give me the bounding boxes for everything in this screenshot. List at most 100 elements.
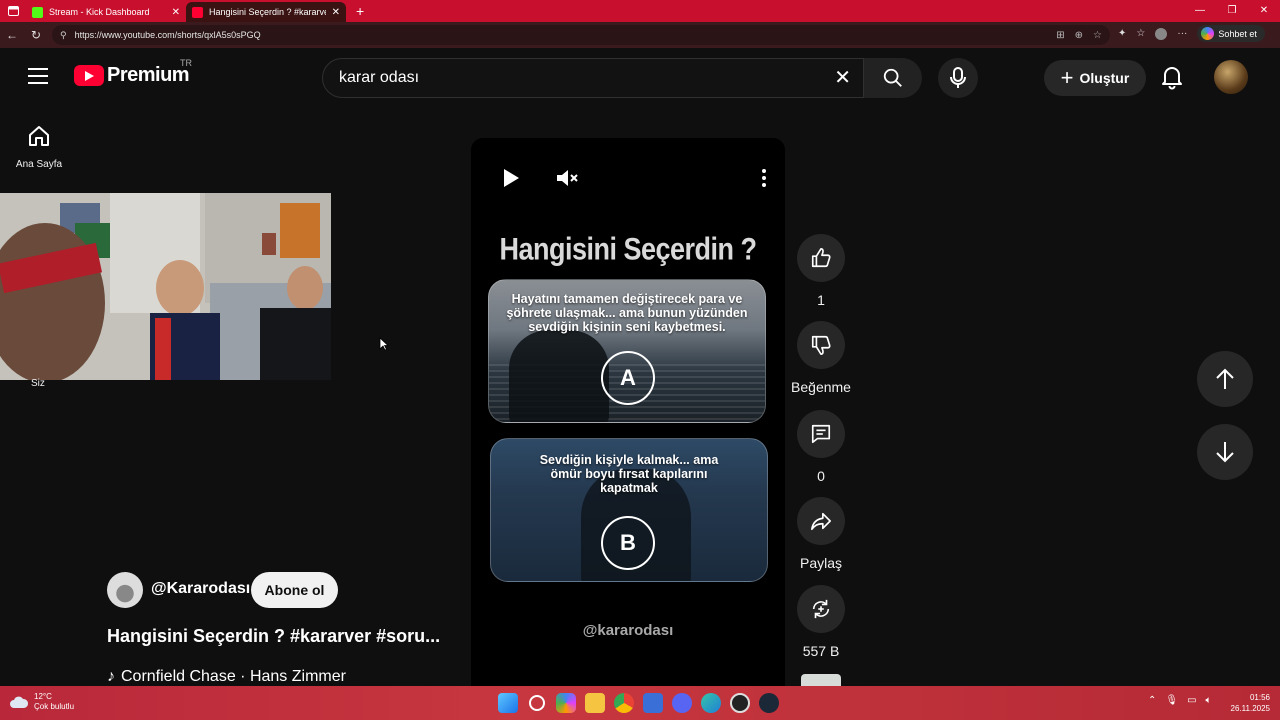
tab-actions-icon[interactable] [0,0,26,22]
short-watermark: @kararodası [582,622,674,639]
copilot-app-icon[interactable] [556,693,576,713]
next-short-button[interactable] [1197,424,1253,480]
search-input[interactable]: karar odası ✕ [322,58,864,98]
guide-home-label: Ana Sayfa [15,159,63,170]
share-button[interactable] [797,497,845,545]
option-b-text: Sevdiğin kişiyle kalmak... ama ömür boyu… [539,453,719,495]
notifications-button[interactable] [1160,64,1184,95]
copilot-label: Sohbet et [1218,28,1257,39]
short-overlay-title: Hangisini Seçerdin ? [499,231,757,267]
comment-action: 0 [797,410,845,484]
chrome-icon[interactable] [614,693,634,713]
kick-icon [32,6,43,18]
create-button[interactable]: + Oluştur [1044,60,1146,96]
like-count: 1 [817,292,825,308]
youtube-premium-logo[interactable]: Premium TR [74,58,192,87]
obs-icon[interactable] [730,693,750,713]
channel-handle[interactable]: @Kararodası [151,580,250,598]
like-action: 1 [797,234,845,308]
profile-icon[interactable] [1155,27,1168,40]
previous-short-button[interactable] [1197,351,1253,407]
network-icon[interactable]: ▭ [1187,695,1196,706]
weather-widget[interactable]: 12°C Çok bulutlu [10,692,74,712]
play-icon [504,169,519,187]
edge-icon[interactable] [701,693,721,713]
remix-action: 557 B [797,585,845,659]
windows-taskbar: 12°C Çok bulutlu ⌃ 🎙︎ ▭ 🔈︎ 01:56 26.11.2… [0,686,1280,720]
favorites-icon[interactable]: ☆ [1136,28,1145,39]
arrow-up-icon [1216,368,1234,389]
subscribe-button[interactable]: Abone ol [251,572,338,608]
remix-button[interactable] [797,585,845,633]
copilot-button[interactable]: Sohbet et [1197,25,1265,42]
more-options-button[interactable] [761,168,767,193]
clear-search-icon[interactable]: ✕ [834,68,851,88]
arrow-down-icon [1216,442,1234,463]
microphone-tray-icon[interactable]: 🎙︎ [1165,695,1178,706]
more-vertical-icon [762,169,766,187]
search-button[interactable] [864,58,922,98]
address-bar-icons: ⊞ ⊕ ☆ [1056,25,1102,45]
chevron-up-icon[interactable]: ⌃ [1148,695,1156,706]
bell-icon [1162,67,1182,90]
maximize-icon[interactable]: ❐ [1216,0,1248,22]
close-tab-icon[interactable]: ✕ [332,7,340,18]
sound-thumbnail[interactable] [801,674,841,686]
comments-button[interactable] [797,410,845,458]
play-button[interactable] [501,168,521,193]
guide-item-home[interactable]: Ana Sayfa [10,124,68,170]
logo-text: Premium [107,64,190,86]
video-title[interactable]: Hangisini Seçerdin ? #kararver #soru... [107,626,440,647]
thumbs-down-icon [811,335,831,355]
close-window-icon[interactable]: ✕ [1248,0,1280,22]
option-a-text: Hayatını tamamen değiştirecek para ve şö… [506,292,748,334]
account-avatar[interactable] [1214,60,1248,94]
country-code: TR [180,58,192,68]
mail-app-icon[interactable] [643,693,663,713]
comment-count: 0 [817,468,825,484]
favorite-star-icon[interactable]: ☆ [1093,30,1102,41]
address-bar[interactable]: ⚲ https://www.youtube.com/shorts/qxlA5s0… [52,25,1110,45]
extensions-icon[interactable]: ✦ [1118,28,1126,39]
search-query: karar odası [339,69,420,86]
copilot-icon [1201,27,1215,40]
file-explorer-icon[interactable] [585,693,605,713]
app-install-icon[interactable]: ⊞ [1056,30,1064,41]
menu-icon[interactable] [28,68,48,84]
back-icon[interactable]: ← [0,28,24,42]
site-info-icon[interactable]: ⚲ [60,30,67,41]
minimize-icon[interactable]: — [1184,0,1216,22]
start-icon[interactable] [498,693,518,713]
music-title: Cornfield Chase · Hans Zimmer [121,668,346,685]
refresh-icon[interactable]: ↻ [24,28,48,42]
music-link[interactable]: ♪ Cornfield Chase · Hans Zimmer [107,668,346,686]
browser-tab-strip: Stream - Kick Dashboard ✕ Hangisini Seçe… [0,0,1280,22]
volume-muted-icon [557,170,578,186]
dislike-button[interactable] [797,321,845,369]
browser-tab-youtube[interactable]: Hangisini Seçerdin ? #kararver #so ✕ [186,2,346,22]
discord-icon[interactable] [672,693,692,713]
mute-button[interactable] [555,168,581,193]
search-icon[interactable] [529,695,545,711]
guide-you-label[interactable]: Siz [31,378,45,389]
home-icon [29,126,49,146]
webcam-image [0,193,331,380]
remix-icon [812,599,830,619]
youtube-play-logo-icon [74,65,104,86]
new-tab-button[interactable]: + [356,3,364,19]
zoom-icon[interactable]: ⊕ [1075,30,1083,41]
mouse-cursor-icon [379,337,390,356]
close-tab-icon[interactable]: ✕ [172,7,180,18]
more-options-icon[interactable]: ··· [1177,28,1187,39]
like-button[interactable] [797,234,845,282]
system-clock[interactable]: 01:56 26.11.2025 [1226,692,1270,714]
youtube-header: Premium TR karar odası ✕ + Oluştur [0,48,1280,106]
browser-toolbar: ← ↻ ⚲ https://www.youtube.com/shorts/qxl… [0,22,1280,48]
voice-search-button[interactable] [938,58,978,98]
channel-avatar[interactable] [107,572,143,608]
weather-condition: Çok bulutlu [34,702,75,711]
browser-tab-kick[interactable]: Stream - Kick Dashboard ✕ [26,2,186,22]
speaker-icon[interactable]: 🔈︎ [1206,695,1212,706]
shorts-player[interactable]: Hangisini Seçerdin ? Hayatını tamamen de… [471,138,785,686]
steam-icon[interactable] [759,693,779,713]
